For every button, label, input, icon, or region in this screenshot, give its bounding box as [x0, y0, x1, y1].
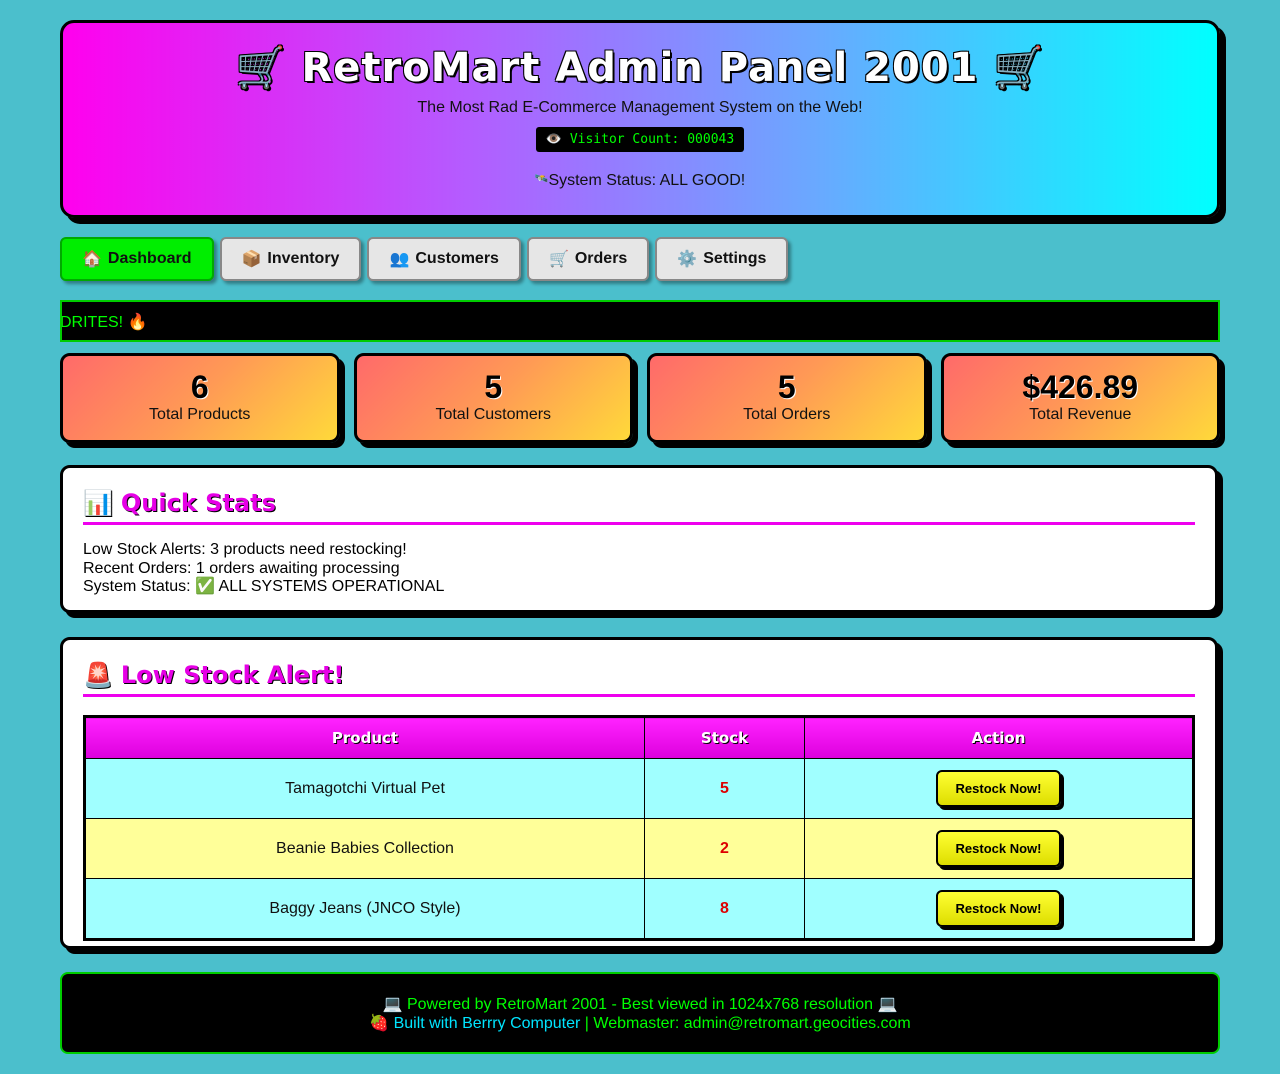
people-icon: 👥: [389, 251, 410, 268]
stock-count: 2: [644, 818, 805, 879]
stat-value: 6: [190, 369, 209, 405]
strawberry-icon: 🍓: [369, 1015, 390, 1032]
restock-button[interactable]: Restock Now!: [935, 830, 1062, 867]
quick-stats-title: 📊 Quick Stats: [83, 486, 1195, 525]
tab-label: Customers: [415, 250, 499, 267]
product-name: Baggy Jeans (JNCO Style): [84, 878, 645, 940]
tab-label: Orders: [574, 250, 628, 267]
column-header-action: Action: [804, 716, 1194, 759]
system-status-text: System Status: ALL GOOD!: [548, 172, 746, 189]
tab-inventory[interactable]: 📦 Inventory: [219, 237, 362, 281]
restock-button[interactable]: Restock Now!: [935, 770, 1062, 807]
cart-icon: 🛒: [993, 45, 1045, 91]
cart-icon: 🛒: [235, 45, 287, 91]
quick-stats-panel: 📊 Quick Stats Low Stock Alerts: 3 produc…: [60, 465, 1218, 613]
stock-count: 5: [644, 758, 805, 819]
visitor-count-text: Visitor Count: 000043: [569, 132, 735, 147]
gear-icon: ⚙️: [677, 251, 698, 268]
column-header-stock: Stock: [644, 716, 805, 759]
table-row: Baggy Jeans (JNCO Style) 8 Restock Now!: [84, 878, 1194, 940]
product-name: Beanie Babies Collection: [84, 818, 645, 879]
stats-cards: 6 Total Products 5 Total Customers 5 Tot…: [60, 353, 1220, 443]
tab-label: Dashboard: [107, 250, 192, 267]
action-cell: Restock Now!: [804, 758, 1194, 819]
recent-orders-summary: Recent Orders: 1 orders awaiting process…: [83, 559, 400, 577]
table-row: Tamagotchi Virtual Pet 5 Restock Now!: [84, 758, 1194, 819]
stat-value: 5: [777, 369, 796, 405]
package-icon: 📦: [241, 251, 262, 268]
visitor-counter: 👁️ Visitor Count: 000043: [535, 127, 745, 152]
product-name: Tamagotchi Virtual Pet: [84, 758, 645, 819]
column-header-product: Product: [84, 716, 645, 759]
low-stock-table: Product Stock Action Tamagotchi Virtual …: [83, 715, 1195, 941]
stat-label: Total Orders: [743, 406, 831, 423]
marquee-text: DRITES! 🔥: [60, 314, 148, 331]
siren-icon: 🚨: [83, 661, 113, 689]
bar-chart-icon: 📊: [83, 489, 113, 517]
berrry-computer-link[interactable]: Built with Berrry Computer: [394, 1015, 581, 1032]
header-banner: 🛒 RetroMart Admin Panel 2001 🛒 The Most …: [60, 20, 1220, 218]
restock-button[interactable]: Restock Now!: [935, 890, 1062, 927]
house-icon: 🏠: [82, 251, 102, 268]
stat-label: Total Customers: [435, 406, 552, 423]
header-title-text: RetroMart Admin Panel 2001: [301, 45, 979, 91]
stat-card-revenue: $426.89 Total Revenue: [940, 353, 1220, 443]
scrolling-marquee: DRITES! 🔥: [60, 300, 1220, 342]
stat-value: $426.89: [1022, 369, 1139, 405]
stat-label: Total Revenue: [1029, 406, 1132, 423]
page-title: 🛒 RetroMart Admin Panel 2001 🛒: [63, 45, 1217, 91]
low-stock-summary: Low Stock Alerts: 3 products need restoc…: [83, 541, 407, 558]
stat-label: Total Products: [149, 406, 251, 423]
stat-card-products: 6 Total Products: [60, 353, 340, 443]
table-row: Beanie Babies Collection 2 Restock Now!: [84, 818, 1194, 879]
quick-stats-lines: Low Stock Alerts: 3 products need restoc…: [83, 541, 1195, 597]
table-header-row: Product Stock Action: [84, 716, 1194, 759]
cart-icon: 🛒: [548, 251, 569, 268]
webmaster-text: | Webmaster: admin@retromart.geocities.c…: [580, 1015, 911, 1032]
stat-value: 5: [484, 369, 503, 405]
footer: 💻 Powered by RetroMart 2001 - Best viewe…: [60, 972, 1220, 1054]
tab-customers[interactable]: 👥 Customers: [367, 237, 521, 281]
low-stock-panel: 🚨 Low Stock Alert! Product Stock Action …: [60, 637, 1218, 949]
satellite-icon: 🛰️: [534, 173, 549, 185]
panel-title-text: Quick Stats: [120, 489, 276, 517]
header-subtitle: The Most Rad E-Commerce Management Syste…: [417, 99, 863, 116]
system-status-summary: System Status: ✅ ALL SYSTEMS OPERATIONAL: [83, 578, 445, 595]
action-cell: Restock Now!: [804, 878, 1194, 940]
low-stock-title: 🚨 Low Stock Alert!: [83, 658, 1195, 697]
stat-card-customers: 5 Total Customers: [353, 353, 633, 443]
tab-label: Inventory: [267, 250, 340, 267]
stock-count: 8: [644, 878, 805, 940]
footer-credits: 🍓 Built with Berrry Computer | Webmaster…: [62, 1014, 1218, 1033]
tab-settings[interactable]: ⚙️ Settings: [655, 237, 789, 281]
footer-powered-by: 💻 Powered by RetroMart 2001 - Best viewe…: [382, 996, 898, 1013]
eye-icon: 👁️: [545, 132, 562, 147]
stat-card-orders: 5 Total Orders: [647, 353, 927, 443]
panel-title-text: Low Stock Alert!: [120, 661, 345, 689]
action-cell: Restock Now!: [804, 818, 1194, 879]
tab-orders[interactable]: 🛒 Orders: [526, 237, 650, 281]
system-status: 🛰️System Status: ALL GOOD!: [63, 172, 1217, 190]
tab-dashboard[interactable]: 🏠 Dashboard: [60, 237, 214, 281]
tab-label: Settings: [703, 250, 767, 267]
main-nav: 🏠 Dashboard 📦 Inventory 👥 Customers 🛒 Or…: [60, 237, 789, 281]
